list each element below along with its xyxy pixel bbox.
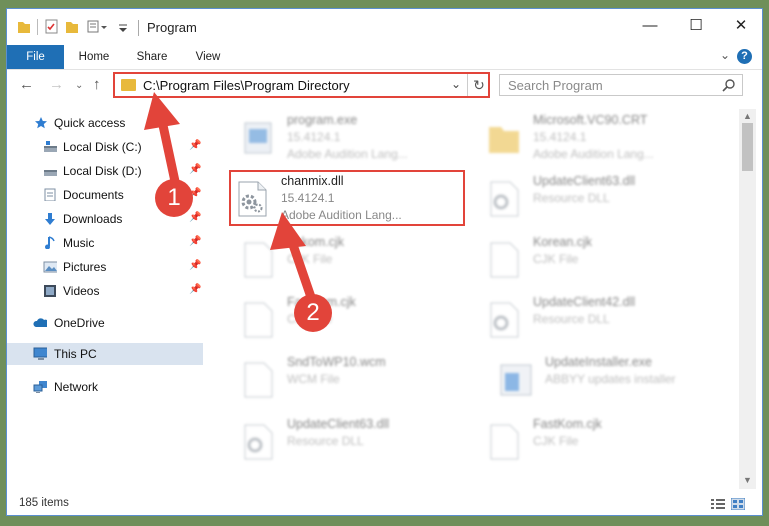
annotation-arrows	[144, 92, 317, 305]
step-badge-1: 1	[155, 179, 193, 217]
arrow-1	[144, 92, 181, 191]
step-badge-2: 2	[294, 294, 332, 332]
arrow-2	[270, 212, 317, 305]
